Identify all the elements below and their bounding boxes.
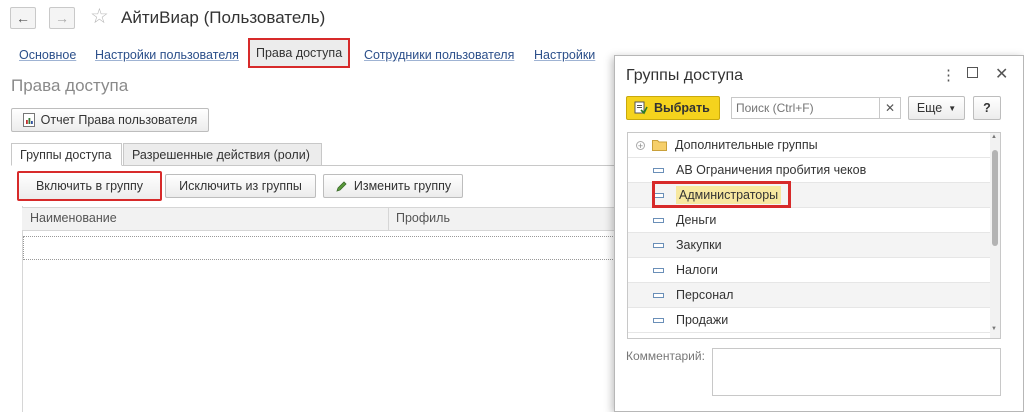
list-item-label: Продажи xyxy=(676,313,729,327)
tab-main[interactable]: Основное xyxy=(19,44,76,68)
list-item-label: Закупки xyxy=(676,238,722,252)
list-item[interactable]: Персонал xyxy=(628,283,990,308)
folder-icon xyxy=(652,140,667,151)
exclude-button-label: Исключить из группы xyxy=(179,179,302,193)
edit-button-label: Изменить группу xyxy=(353,179,452,193)
section-title: Права доступа xyxy=(11,76,129,95)
search-box xyxy=(731,97,880,119)
include-in-group-button[interactable]: Включить в группу xyxy=(17,171,162,201)
list-item[interactable]: Налоги xyxy=(628,258,990,283)
forward-button[interactable]: → xyxy=(49,7,75,29)
group-icon xyxy=(653,167,664,173)
list-item-label: Налоги xyxy=(676,263,718,277)
chevron-down-icon: ▼ xyxy=(948,103,957,113)
selected-item-highlight xyxy=(652,181,791,208)
star-icon[interactable]: ☆ xyxy=(90,5,109,29)
tab-user-employees[interactable]: Сотрудники пользователя xyxy=(364,44,514,68)
window-title: АйтиВиар (Пользователь) xyxy=(121,8,326,27)
report-button[interactable]: Отчет Права пользователя xyxy=(11,108,209,132)
more-button[interactable]: Еще ▼ xyxy=(908,96,965,120)
expand-icon: + xyxy=(636,140,645,151)
list-item-label: Деньги xyxy=(676,213,717,227)
column-profile[interactable]: Профиль xyxy=(396,211,450,225)
select-button[interactable]: Выбрать xyxy=(626,96,720,120)
table-header: Наименование Профиль xyxy=(22,207,622,231)
help-button-label: ? xyxy=(983,101,991,115)
more-vertical-icon[interactable]: ⋮ xyxy=(941,66,956,84)
more-button-label: Еще xyxy=(916,101,943,115)
list-item-label: АВ Ограничения пробития чеков xyxy=(676,163,867,177)
list-item[interactable]: АВ Ограничения пробития чеков xyxy=(628,158,990,183)
select-button-label: Выбрать xyxy=(654,101,710,115)
comment-label: Комментарий: xyxy=(626,349,705,363)
list-item[interactable]: + Дополнительные группы xyxy=(628,133,990,158)
dialog-title: Группы доступа xyxy=(626,67,744,84)
exclude-from-group-button[interactable]: Исключить из группы xyxy=(165,174,316,198)
comment-field[interactable] xyxy=(712,348,1001,396)
list-item[interactable]: Деньги xyxy=(628,208,990,233)
arrow-left-icon: ← xyxy=(16,10,30,26)
select-icon xyxy=(634,101,648,115)
edit-group-button[interactable]: Изменить группу xyxy=(323,174,463,198)
tab-user-settings[interactable]: Настройки пользователя xyxy=(95,44,239,68)
list-item-label: Дополнительные группы xyxy=(675,138,818,152)
report-button-label: Отчет Права пользователя xyxy=(40,113,198,127)
scroll-down-icon[interactable]: ▼ xyxy=(991,326,997,332)
list-item[interactable]: Закупки xyxy=(628,233,990,258)
list-item[interactable]: Продажи xyxy=(628,308,990,333)
tab-access-rights[interactable]: Права доступа xyxy=(248,38,351,68)
group-icon xyxy=(653,242,664,248)
group-icon xyxy=(653,292,664,298)
column-divider xyxy=(388,208,389,230)
column-name[interactable]: Наименование xyxy=(30,211,117,225)
search-input[interactable] xyxy=(732,98,878,118)
subtab-allowed-actions[interactable]: Разрешенные действия (роли) xyxy=(123,143,322,166)
search-clear-icon[interactable]: ✕ xyxy=(880,97,901,119)
subtab-access-groups[interactable]: Группы доступа xyxy=(11,143,122,166)
scrollbar[interactable]: ▲ ▼ xyxy=(990,133,1000,338)
back-button[interactable]: ← xyxy=(10,7,36,29)
scroll-up-icon[interactable]: ▲ xyxy=(991,134,997,140)
tab-settings[interactable]: Настройки xyxy=(534,44,595,68)
group-icon xyxy=(653,317,664,323)
list-item-label: Персонал xyxy=(676,288,734,302)
table-row[interactable] xyxy=(23,236,621,260)
maximize-icon[interactable] xyxy=(967,67,978,78)
scrollbar-thumb[interactable] xyxy=(992,150,998,246)
report-icon xyxy=(22,113,35,127)
pencil-icon xyxy=(336,180,347,192)
include-button-label: Включить в группу xyxy=(35,179,144,193)
help-button[interactable]: ? xyxy=(973,96,1001,120)
arrow-right-icon: → xyxy=(55,10,69,26)
close-icon[interactable]: ✕ xyxy=(995,64,1008,84)
access-groups-list[interactable]: + Дополнительные группы АВ Ограничения п… xyxy=(627,132,1001,339)
group-icon xyxy=(653,267,664,273)
group-icon xyxy=(653,217,664,223)
access-groups-dialog: Группы доступа ⋮ ✕ Выбрать ✕ Еще ▼ ? + Д… xyxy=(614,55,1024,412)
